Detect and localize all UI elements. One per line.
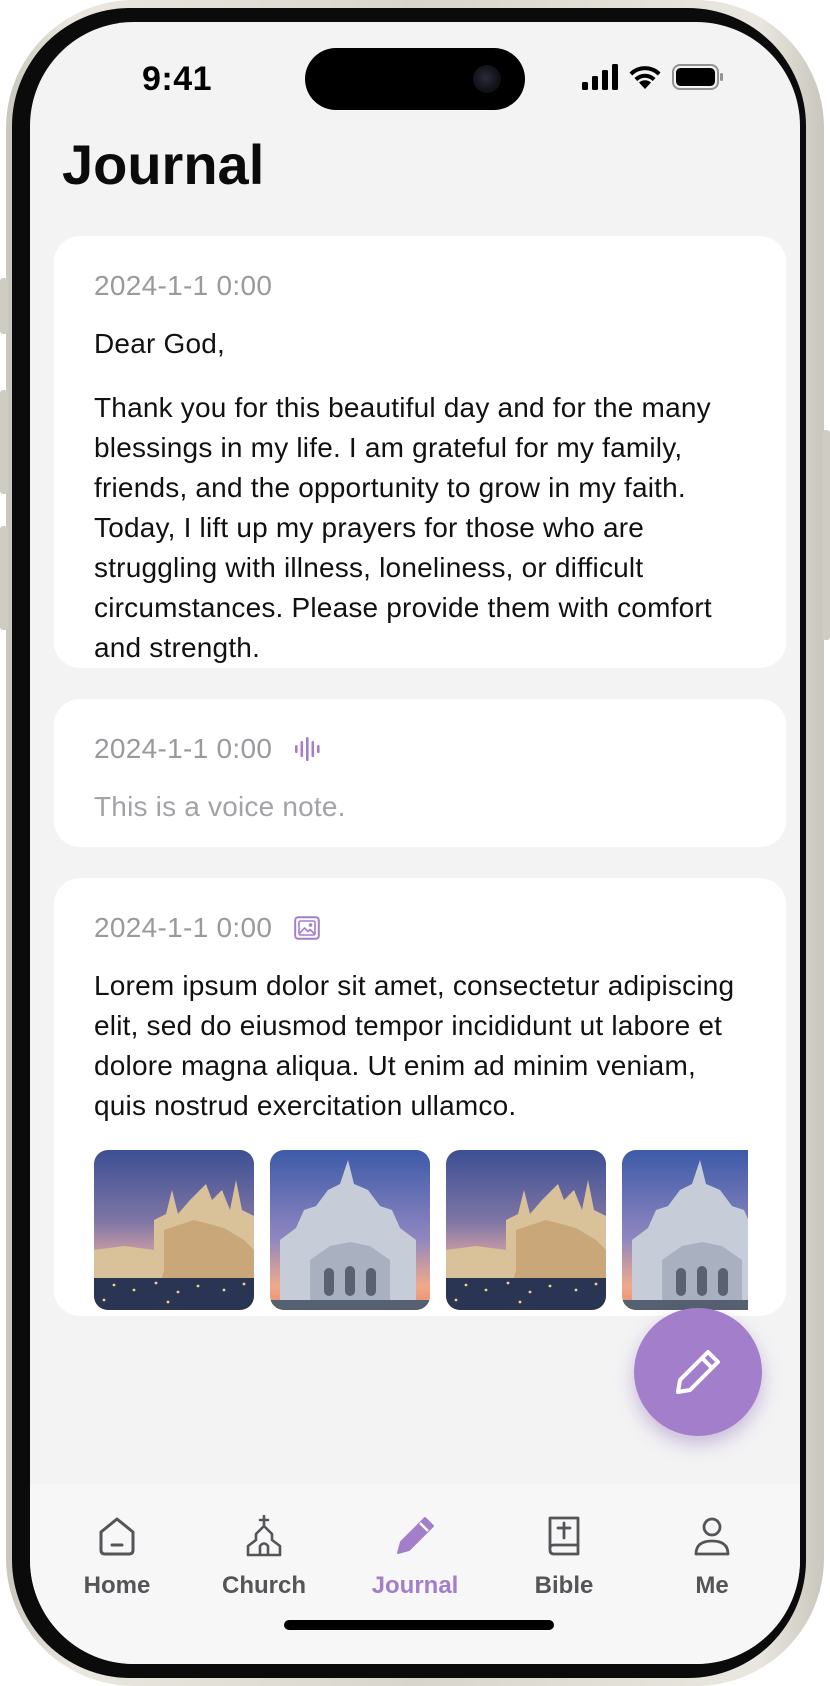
voice-wave-icon	[295, 737, 320, 761]
pencil-icon	[676, 1350, 720, 1394]
tab-church[interactable]: Church	[194, 1514, 334, 1600]
status-icons	[582, 64, 724, 90]
tab-label: Church	[222, 1572, 306, 1599]
journal-entry-card[interactable]: 2024-1-1 0:00 Dear God, Thank you for th…	[54, 236, 786, 668]
screen: 9:41 Journal 2024-1-1 0:00 Dear God, Tha…	[30, 22, 800, 1664]
tab-me[interactable]: Me	[642, 1514, 782, 1600]
page-title: Journal	[62, 133, 265, 196]
photo-thumbnail[interactable]	[622, 1150, 748, 1310]
tab-label: Home	[83, 1572, 151, 1599]
tab-bar: Home Church Journal Bible Me	[30, 1484, 800, 1664]
pencil-icon	[397, 1517, 434, 1554]
photo-thumbnail[interactable]	[94, 1150, 254, 1310]
entry-body: Dear God, Thank you for this beautiful d…	[94, 324, 746, 684]
photo-thumbnail[interactable]	[446, 1150, 606, 1310]
tab-bible[interactable]: Bible	[494, 1514, 634, 1600]
home-indicator	[284, 1620, 554, 1630]
tab-label: Journal	[371, 1572, 459, 1599]
tab-label: Me	[695, 1572, 729, 1599]
wifi-icon	[629, 66, 661, 89]
person-icon	[694, 1517, 730, 1556]
entry-date: 2024-1-1 0:00	[94, 912, 273, 943]
entry-date: 2024-1-1 0:00	[94, 733, 273, 764]
bible-icon	[548, 1516, 580, 1556]
entry-paragraph: Today, I lift up my prayers for those wh…	[94, 512, 712, 663]
entry-body: Lorem ipsum dolor sit amet, consectetur …	[94, 970, 735, 1121]
entry-paragraph: Thank you for this beautiful day and for…	[94, 392, 711, 503]
dynamic-island	[305, 48, 525, 110]
volume-down-button	[0, 526, 8, 630]
mute-switch	[0, 278, 8, 334]
tab-journal[interactable]: Journal	[345, 1514, 485, 1600]
entry-greeting: Dear God,	[94, 328, 225, 359]
voice-entry-card[interactable]: 2024-1-1 0:00 This is a voice note.	[54, 699, 786, 847]
signal-icon	[582, 64, 618, 90]
tab-label: Bible	[534, 1572, 594, 1599]
status-time: 9:41	[142, 60, 213, 98]
new-entry-button[interactable]	[634, 1308, 762, 1436]
tab-home[interactable]: Home	[47, 1514, 187, 1600]
camera-icon	[473, 65, 501, 93]
home-icon	[99, 1517, 135, 1556]
photo-strip[interactable]	[94, 1150, 748, 1310]
volume-up-button	[0, 390, 8, 494]
entry-date: 2024-1-1 0:00	[94, 270, 273, 301]
voice-note-text: This is a voice note.	[94, 791, 346, 822]
battery-icon	[672, 64, 723, 90]
photo-entry-card[interactable]: 2024-1-1 0:00 Lorem ipsum dolor sit amet…	[54, 878, 786, 1316]
image-icon	[294, 916, 321, 940]
photo-thumbnail[interactable]	[270, 1150, 430, 1310]
church-icon	[246, 1514, 282, 1557]
power-button	[822, 430, 830, 640]
